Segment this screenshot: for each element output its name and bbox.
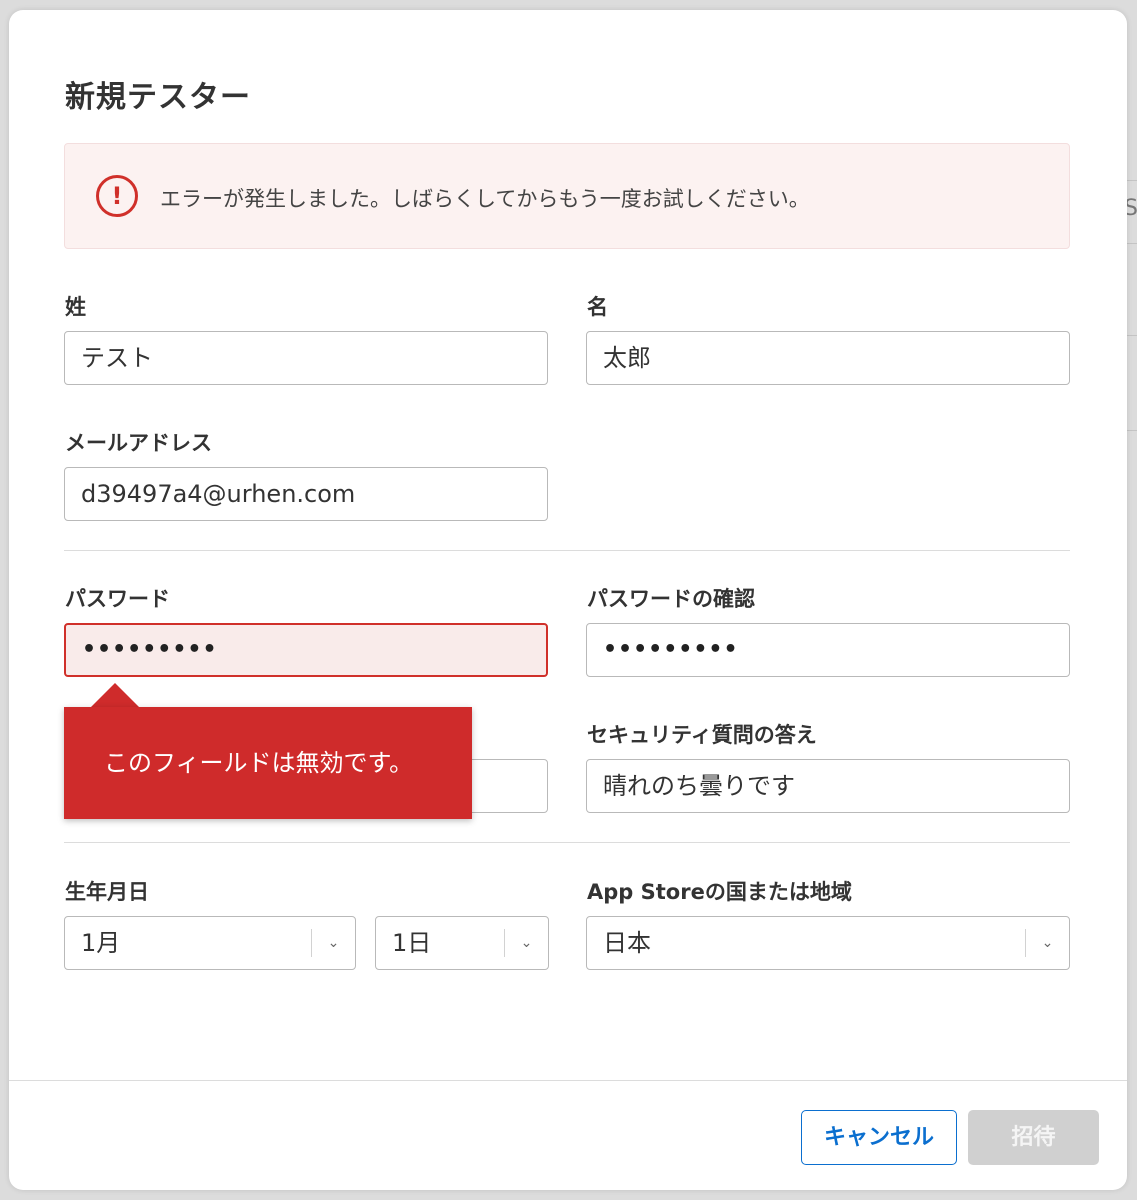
new-tester-dialog: 新規テスター ! エラーが発生しました。しばらくしてからもう一度お試しください。… — [9, 10, 1127, 1190]
birthday-day-select[interactable]: 1日 ⌄ — [375, 916, 549, 970]
tooltip-arrow — [90, 683, 140, 708]
last-name-label: 姓 — [65, 295, 86, 319]
birthday-month-value: 1月 — [81, 929, 121, 957]
password-label: パスワード — [65, 587, 170, 611]
password-confirm-input[interactable]: ••••••••• — [586, 623, 1070, 677]
birthday-label: 生年月日 — [65, 880, 149, 904]
email-label: メールアドレス — [65, 431, 212, 455]
first-name-label: 名 — [587, 295, 608, 319]
field-error-tooltip: このフィールドは無効です。 — [64, 707, 472, 819]
security-answer-input[interactable]: 晴れのち曇りです — [586, 759, 1070, 813]
last-name-input[interactable]: テスト — [64, 331, 548, 385]
country-select[interactable]: 日本 ⌄ — [586, 916, 1070, 970]
chevron-down-icon: ⌄ — [1025, 929, 1069, 957]
password-confirm-label: パスワードの確認 — [587, 587, 755, 611]
chevron-down-icon: ⌄ — [311, 929, 355, 957]
cancel-button[interactable]: キャンセル — [801, 1110, 957, 1165]
email-input[interactable]: d39497a4@urhen.com — [64, 467, 548, 521]
first-name-input[interactable]: 太郎 — [586, 331, 1070, 385]
footer-divider — [9, 1080, 1127, 1081]
section-divider — [64, 842, 1070, 843]
birthday-day-value: 1日 — [392, 929, 432, 957]
birthday-month-select[interactable]: 1月 ⌄ — [64, 916, 356, 970]
country-value: 日本 — [603, 929, 651, 957]
exclamation-circle-icon: ! — [96, 175, 138, 217]
country-label: App Storeの国または地域 — [587, 880, 852, 904]
error-alert-message: エラーが発生しました。しばらくしてからもう一度お試しください。 — [160, 187, 810, 211]
invite-button[interactable]: 招待 — [968, 1110, 1099, 1165]
dialog-title: 新規テスター — [65, 80, 251, 115]
error-alert: ! エラーが発生しました。しばらくしてからもう一度お試しください。 — [64, 143, 1070, 249]
section-divider — [64, 550, 1070, 551]
security-answer-label: セキュリティ質問の答え — [587, 723, 817, 747]
password-input[interactable]: ••••••••• — [64, 623, 548, 677]
chevron-down-icon: ⌄ — [504, 929, 548, 957]
